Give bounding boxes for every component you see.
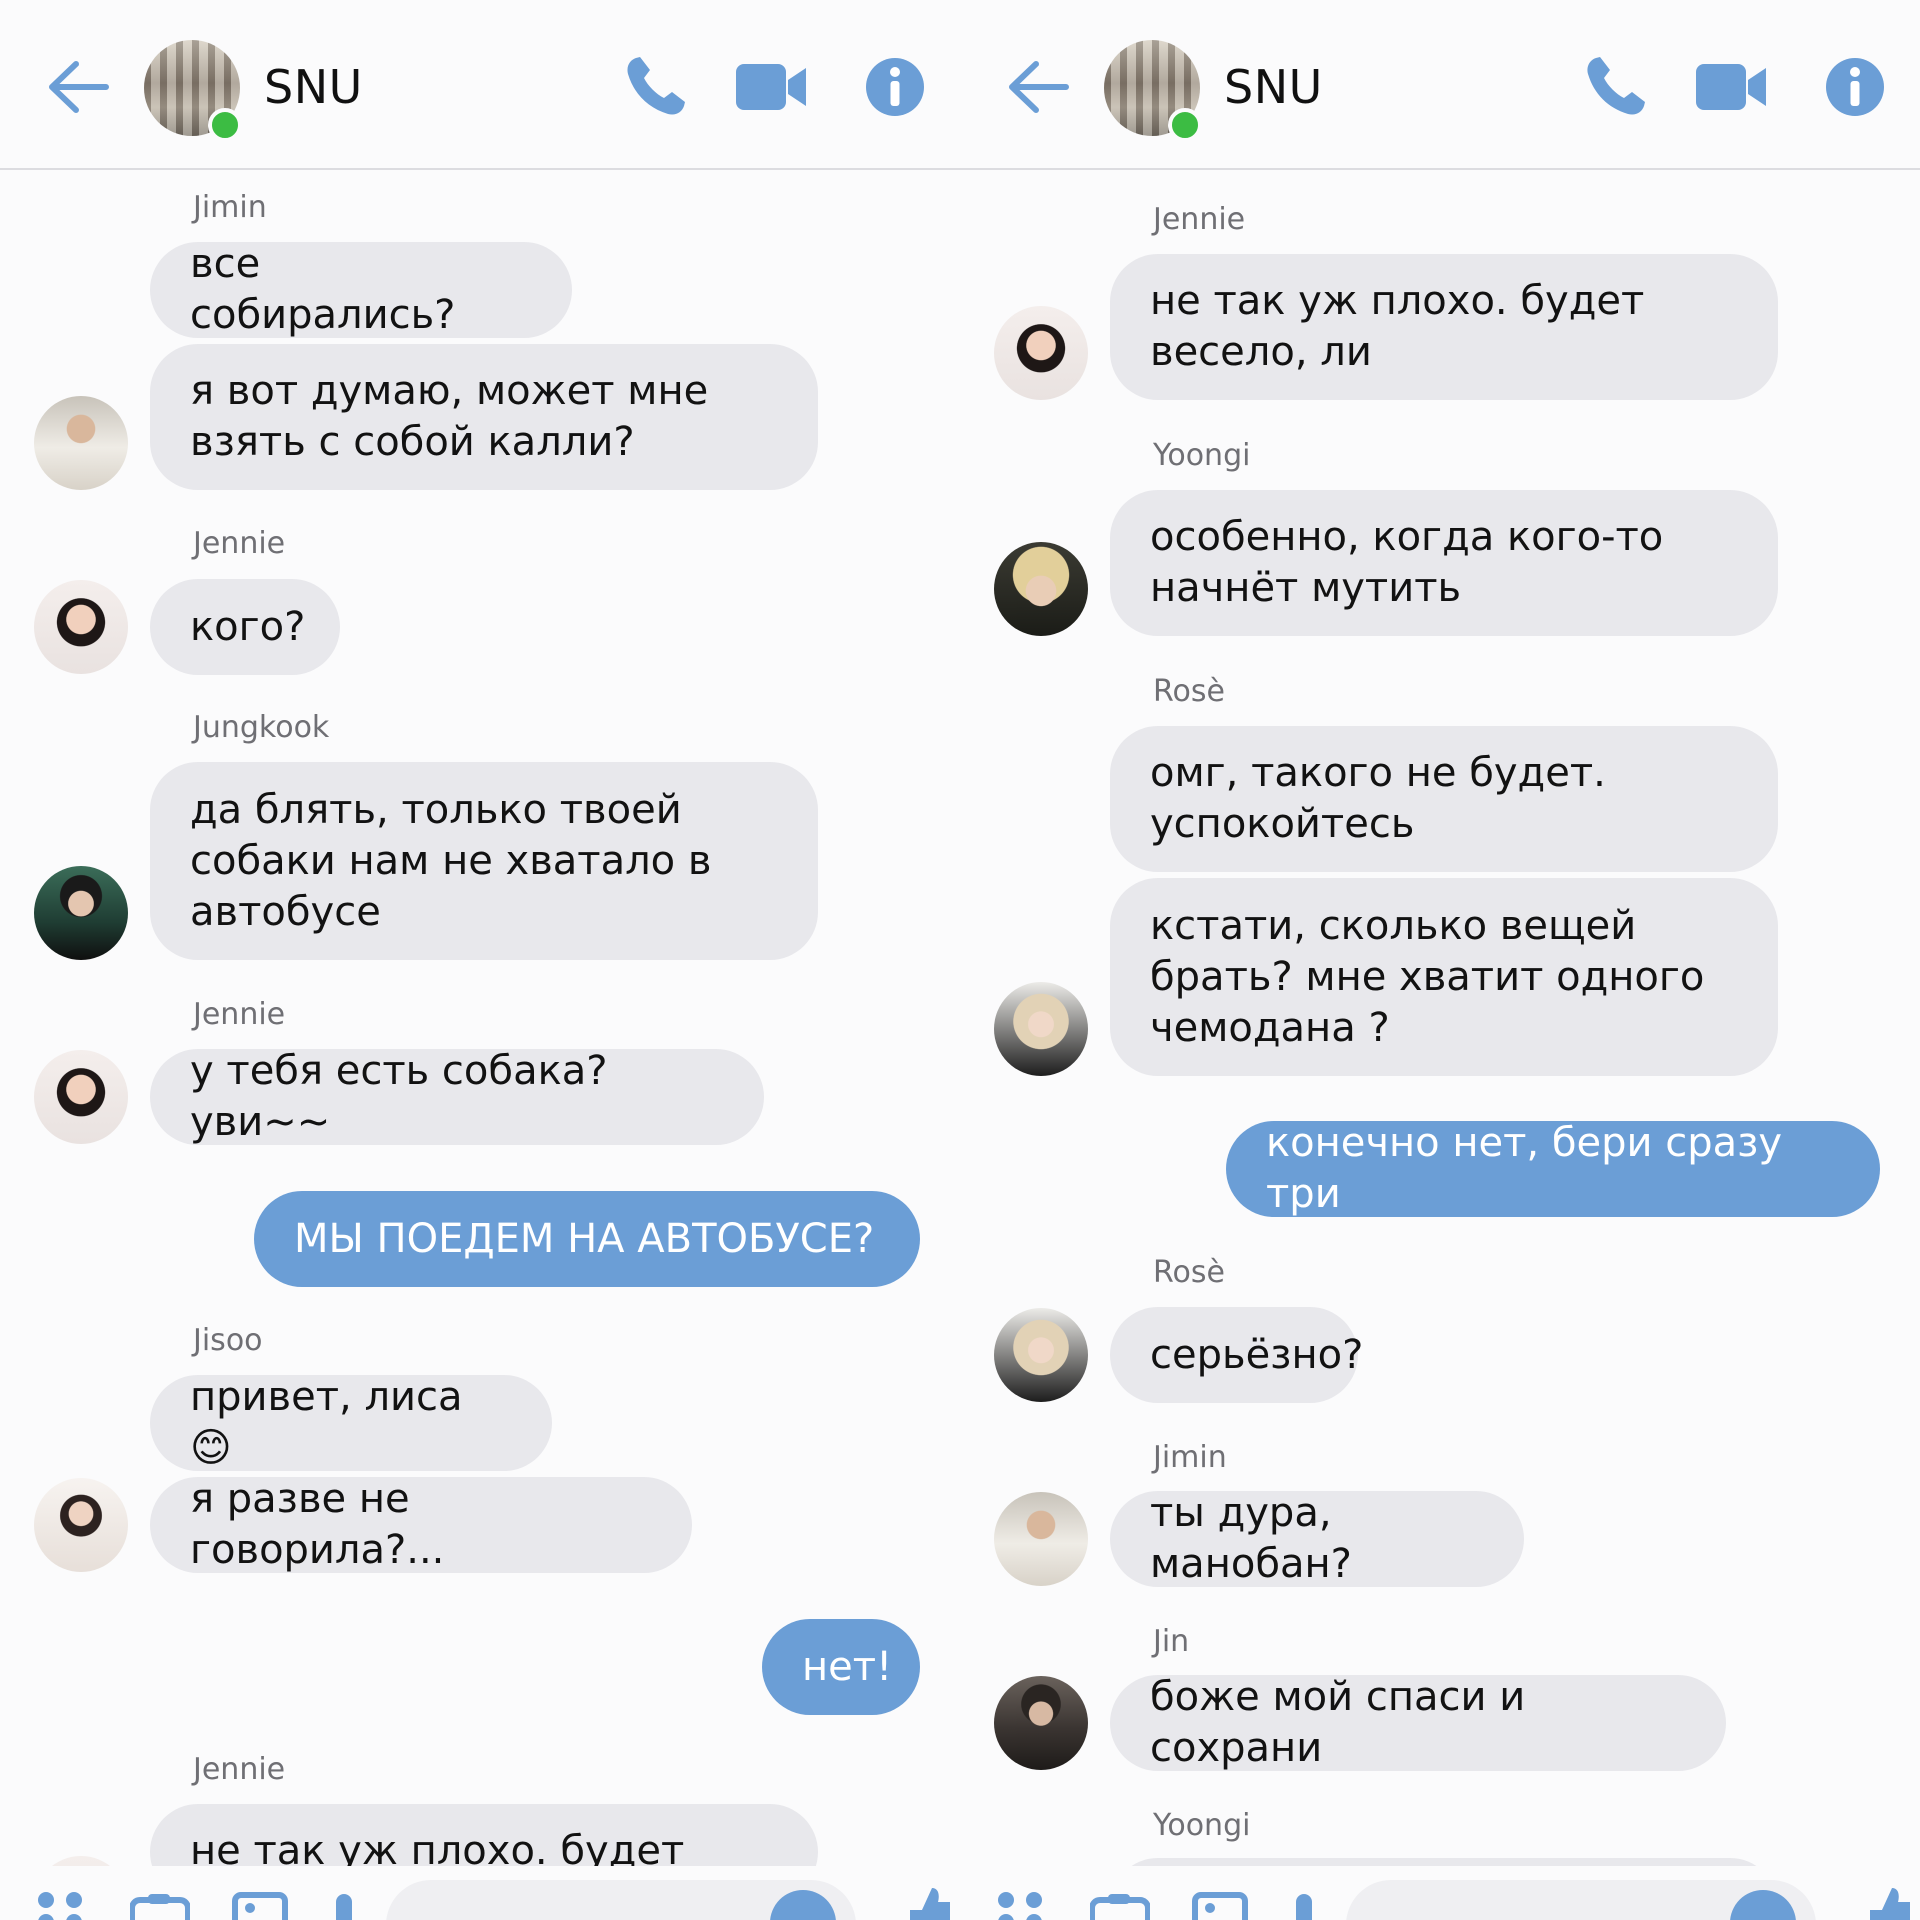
message-bubble[interactable]: ты дура, манобан?	[1110, 1490, 1524, 1587]
back-arrow-icon[interactable]	[46, 58, 110, 116]
thumbs-up-icon[interactable]	[904, 1884, 954, 1920]
message-bubble[interactable]: омг, такого не будет. успокойтесь	[1110, 726, 1778, 872]
camera-icon[interactable]	[130, 1892, 190, 1920]
avatar-jin[interactable]	[994, 1676, 1088, 1770]
video-camera-icon[interactable]	[736, 62, 806, 112]
sender-name: Jennie	[1153, 202, 1246, 237]
avatar-jennie[interactable]	[34, 1050, 128, 1144]
microphone-icon[interactable]	[1294, 1892, 1314, 1920]
info-icon[interactable]	[866, 58, 924, 116]
outgoing-message-bubble[interactable]: конечно нет, бери сразу три	[1226, 1120, 1880, 1217]
sender-name: Jennie	[193, 997, 286, 1032]
sender-name: Jennie	[193, 526, 286, 561]
outgoing-message-bubble[interactable]: нет!	[762, 1619, 920, 1715]
image-icon[interactable]	[232, 1892, 288, 1920]
message-bubble[interactable]: кого?	[150, 579, 340, 675]
sender-name: Jungkook	[193, 710, 330, 745]
chat-panel-right: SNU Jennie не так уж плохо. будет весело…	[960, 0, 1920, 1920]
sender-name: Yoongi	[1153, 1808, 1251, 1843]
avatar-rose[interactable]	[994, 982, 1088, 1076]
phone-icon[interactable]	[622, 54, 688, 120]
chat-title[interactable]: SNU	[1224, 60, 1323, 114]
sender-name: Jisoo	[193, 1323, 263, 1358]
chat-header: SNU	[0, 0, 960, 170]
avatar-jennie[interactable]	[994, 306, 1088, 400]
menu-dots-icon[interactable]	[998, 1892, 1052, 1920]
message-bubble[interactable]: особенно, когда кого-то начнёт мутить	[1110, 490, 1778, 636]
avatar-jennie[interactable]	[34, 580, 128, 674]
video-camera-icon[interactable]	[1696, 62, 1766, 112]
info-icon[interactable]	[1826, 58, 1884, 116]
sender-name: Jin	[1153, 1624, 1190, 1659]
sender-name: Rosè	[1153, 674, 1225, 709]
message-bubble[interactable]: я вот думаю, может мне взять с собой кал…	[150, 344, 818, 490]
sender-name: Jennie	[193, 1752, 286, 1787]
message-bubble[interactable]: привет, лиса 😊	[150, 1374, 552, 1471]
message-composer	[960, 1866, 1920, 1920]
sender-name: Yoongi	[1153, 438, 1251, 473]
message-composer	[0, 1866, 960, 1920]
thumbs-up-icon[interactable]	[1864, 1884, 1914, 1920]
avatar-jisoo[interactable]	[34, 1478, 128, 1572]
avatar-jimin[interactable]	[994, 1492, 1088, 1586]
chat-header: SNU	[960, 0, 1920, 170]
sender-name: Rosè	[1153, 1255, 1225, 1290]
microphone-icon[interactable]	[334, 1892, 354, 1920]
chat-title[interactable]: SNU	[264, 60, 363, 114]
sender-name: Jimin	[1153, 1440, 1227, 1475]
avatar-jungkook[interactable]	[34, 866, 128, 960]
sender-name: Jimin	[193, 190, 267, 225]
avatar-rose[interactable]	[994, 1308, 1088, 1402]
message-bubble[interactable]: я разве не говорила?...	[150, 1476, 692, 1573]
chat-panel-left: SNU Jimin все собирались? я вот думаю, м…	[0, 0, 960, 1920]
outgoing-message-bubble[interactable]: МЫ ПОЕДЕМ НА АВТОБУСЕ?	[254, 1191, 920, 1287]
message-bubble[interactable]: да блять, только твоей собаки нам не хва…	[150, 762, 818, 960]
message-bubble[interactable]: кстати, сколько вещей брать? мне хватит …	[1110, 878, 1778, 1076]
avatar-jimin[interactable]	[34, 396, 128, 490]
online-status-dot	[208, 108, 242, 142]
message-bubble[interactable]: серьёзно?	[1110, 1307, 1363, 1403]
message-bubble[interactable]: все собирались?	[150, 241, 572, 338]
camera-icon[interactable]	[1090, 1892, 1150, 1920]
message-bubble[interactable]: боже мой спаси и сохрани	[1110, 1674, 1726, 1771]
menu-dots-icon[interactable]	[38, 1892, 92, 1920]
message-bubble[interactable]: не так уж плохо. будет весело, ли	[1110, 254, 1778, 400]
back-arrow-icon[interactable]	[1006, 58, 1070, 116]
image-icon[interactable]	[1192, 1892, 1248, 1920]
avatar-yoongi[interactable]	[994, 542, 1088, 636]
message-bubble[interactable]: у тебя есть собака? уви~~	[150, 1048, 764, 1145]
online-status-dot	[1168, 108, 1202, 142]
phone-icon[interactable]	[1582, 54, 1648, 120]
